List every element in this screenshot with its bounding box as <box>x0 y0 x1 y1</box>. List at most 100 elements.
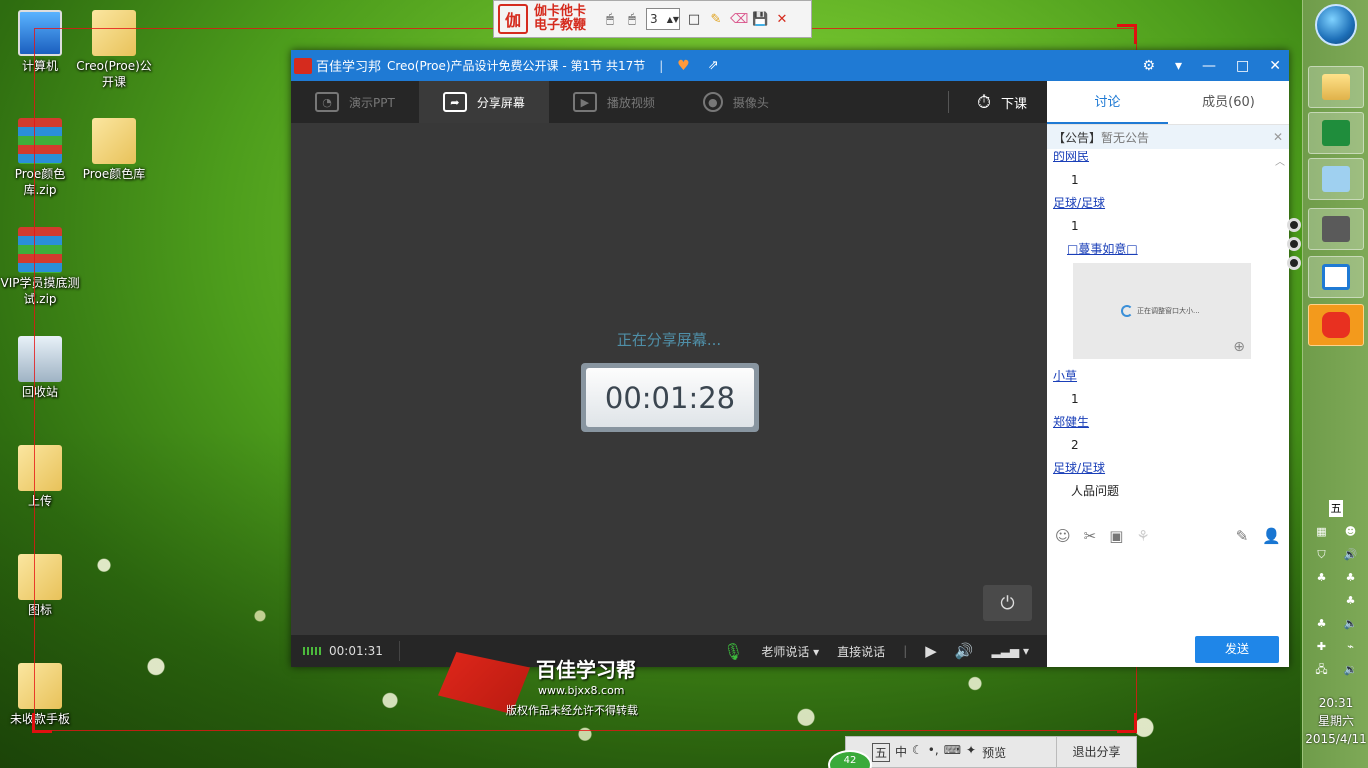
edit-icon[interactable]: ✎ <box>1236 527 1249 545</box>
chevron-down-icon[interactable]: ▾ <box>1175 58 1182 74</box>
recording-corner[interactable] <box>1117 24 1137 44</box>
close-icon[interactable]: ✕ <box>774 12 790 27</box>
scroll-up-icon[interactable]: ︿ <box>1275 153 1285 168</box>
course-title: Creo(Proe)产品设计免费公开课 - 第1节 共17节 <box>387 59 646 73</box>
network-icon[interactable]: 🖧 <box>1311 661 1332 678</box>
direct-talk-button[interactable]: 直接说话 <box>837 643 885 660</box>
minimize-icon[interactable]: — <box>1202 58 1216 74</box>
chat-user[interactable]: 的网民 <box>1053 151 1289 169</box>
exit-share-button[interactable]: 退出分享 <box>1056 737 1136 767</box>
favorite-icon[interactable]: ♥ <box>677 58 690 74</box>
taskbar-app-creo[interactable] <box>1308 208 1364 250</box>
close-icon[interactable]: ✕ <box>1273 130 1283 144</box>
mouse-left-icon[interactable]: 🖱 <box>602 12 618 27</box>
wrench-icon[interactable]: ✦ <box>966 743 976 762</box>
signal-dropdown[interactable]: ▂▃▅ ▾ <box>991 644 1029 658</box>
speaker-icon[interactable]: 🔊 <box>955 642 974 660</box>
image-icon[interactable]: ▣ <box>1109 527 1123 545</box>
save-icon[interactable]: 💾 <box>752 12 768 27</box>
divider: | <box>903 644 908 658</box>
watermark-title: 百佳学习帮 <box>536 658 636 682</box>
emoji-icon[interactable]: ☺ <box>1055 527 1071 545</box>
clock-date: 2015/4/11 <box>1305 732 1367 746</box>
chat-user[interactable]: 足球/足球 <box>1053 192 1289 215</box>
pen-icon[interactable]: ✎ <box>708 12 724 27</box>
elapsed-time: 00:01:31 <box>329 644 383 658</box>
preview-button[interactable]: 预览 <box>982 744 1006 761</box>
chat-image[interactable]: 正在调整窗口大小... ⊕ <box>1073 263 1251 359</box>
end-class-button[interactable]: ⏱ 下课 <box>977 81 1027 123</box>
usb-icon[interactable]: ⌁ <box>1340 638 1361 655</box>
tray-app-icon[interactable]: ☻ <box>1340 523 1361 540</box>
ime-tray-icon[interactable]: 五 <box>1329 500 1343 517</box>
scissors-icon[interactable]: ✂ <box>1084 527 1097 545</box>
chat-user[interactable]: 小草 <box>1053 365 1289 388</box>
stroke-width-stepper[interactable]: 3 ▲▼ <box>646 8 680 30</box>
qq-icon[interactable]: ♣ <box>1340 592 1361 609</box>
recording-corner[interactable] <box>1117 713 1137 733</box>
tab-label: 播放视频 <box>606 95 655 110</box>
qq-icon[interactable]: ♣ <box>1311 569 1332 586</box>
share-icon[interactable]: ⇗ <box>708 58 719 73</box>
taskbar-app-explorer[interactable] <box>1308 66 1364 108</box>
sharing-status: 正在分享屏幕... <box>616 331 722 349</box>
plus-icon[interactable]: ✚ <box>1311 638 1332 655</box>
start-button[interactable] <box>1315 4 1357 46</box>
tab-camera[interactable]: ● 摄像头 <box>679 81 793 123</box>
window-titlebar[interactable]: 百佳学习邦 Creo(Proe)产品设计免费公开课 - 第1节 共17节 | ♥… <box>291 50 1289 81</box>
side-panel: 讨论 成员(60) 【公告】暂无公告 ✕ 的网民 1 足球/足球 1 □蔓事如意… <box>1047 81 1289 667</box>
video-camera-icon[interactable]: ▶ <box>925 642 937 660</box>
chat-user[interactable]: 足球/足球 <box>1053 457 1289 480</box>
maximize-icon[interactable]: □ <box>1236 58 1249 74</box>
zoom-icon[interactable]: ⊕ <box>1233 339 1245 355</box>
brand-name: 百佳学习邦 <box>316 60 382 75</box>
tab-share-screen[interactable]: ➦ 分享屏幕 <box>418 81 549 123</box>
stepper-arrows-icon[interactable]: ▲▼ <box>667 15 679 24</box>
tab-present-ppt[interactable]: ◔ 演示PPT <box>291 81 419 123</box>
settings-icon[interactable]: ⚙ <box>1142 58 1155 74</box>
brand-logo-icon <box>294 57 312 74</box>
microphone-icon[interactable]: 🎙 <box>723 642 743 661</box>
moon-icon[interactable]: ☾ <box>912 743 923 762</box>
chat-list[interactable]: 的网民 1 足球/足球 1 □蔓事如意□ 正在调整窗口大小... ⊕ 小草 1 … <box>1047 151 1289 498</box>
camera-icon: ● <box>702 92 723 112</box>
tab-members[interactable]: 成员(60) <box>1168 81 1289 124</box>
share-timer-value: 00:01:28 <box>586 368 754 427</box>
audio-level-icon <box>303 647 321 655</box>
taskbar-app-window[interactable] <box>1308 256 1364 298</box>
volume-icon[interactable]: 🔈 <box>1340 615 1361 632</box>
tray-app-icon[interactable]: ▦ <box>1311 523 1332 540</box>
spinner-icon <box>1121 305 1133 317</box>
flower-icon[interactable]: ⚘ <box>1136 527 1149 545</box>
qq-icon[interactable]: ♣ <box>1311 615 1332 632</box>
tab-discussion[interactable]: 讨论 <box>1047 81 1168 124</box>
chat-user[interactable]: □蔓事如意□ <box>1053 238 1289 261</box>
keyboard-icon[interactable]: ⌨ <box>944 743 961 762</box>
chat-user[interactable]: 郑健生 <box>1053 411 1289 434</box>
ime-mode[interactable]: 中 <box>895 743 907 762</box>
notice-bar: 【公告】暂无公告 ✕ <box>1047 125 1289 149</box>
clock[interactable]: 20:31 星期六 2015/4/11 <box>1303 694 1368 748</box>
power-icon: ⏻ <box>1000 592 1015 614</box>
add-user-icon[interactable]: 👤 <box>1262 527 1281 545</box>
volume-icon[interactable]: 🔉 <box>1340 661 1361 678</box>
teacher-mode-dropdown[interactable]: 老师说话 ▾ <box>761 643 819 660</box>
recording-corner[interactable] <box>32 713 52 733</box>
shield-icon[interactable]: ⛉ <box>1311 546 1332 563</box>
stop-share-button[interactable]: ⏻ <box>983 585 1032 621</box>
speaker-icon[interactable]: 🔊 <box>1340 546 1361 563</box>
taskbar-app-classroom[interactable] <box>1308 304 1364 346</box>
mouse-right-icon[interactable]: 🖱 <box>624 12 640 27</box>
tab-play-video[interactable]: ▶ 播放视频 <box>549 81 679 123</box>
rectangle-icon[interactable]: □ <box>686 12 702 27</box>
play-video-icon: ▶ <box>572 92 597 112</box>
qq-icon[interactable]: ♣ <box>1340 569 1361 586</box>
ime-label[interactable]: 五 <box>872 742 891 762</box>
taskbar-app-excel[interactable] <box>1308 112 1364 154</box>
eraser-icon[interactable]: ⌫ <box>730 12 748 27</box>
taskbar-app-notes[interactable] <box>1308 158 1364 200</box>
end-class-label: 下课 <box>1000 96 1027 112</box>
punctuation-icon[interactable]: •, <box>928 743 939 762</box>
send-button[interactable]: 发送 <box>1195 636 1279 663</box>
close-icon[interactable]: ✕ <box>1269 58 1281 74</box>
